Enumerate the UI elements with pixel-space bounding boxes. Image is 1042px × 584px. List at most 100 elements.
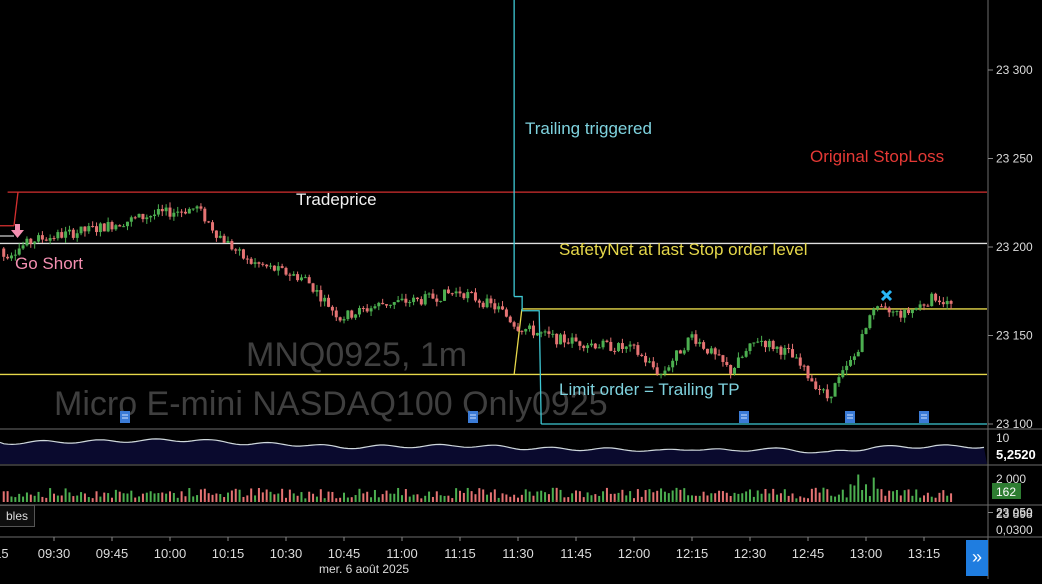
candle-body (149, 215, 153, 218)
document-icon[interactable] (739, 411, 749, 423)
candle-body (636, 345, 640, 355)
candle-body (48, 238, 52, 241)
candle-body (833, 383, 837, 397)
volume-bar (76, 495, 79, 502)
volume-bar (234, 488, 237, 502)
candle-body (512, 322, 516, 327)
volume-bar (528, 491, 531, 502)
candle-body (450, 293, 454, 295)
volume-bar (706, 495, 709, 502)
volume-bar (315, 496, 318, 502)
time-tick-label: 09:30 (38, 546, 71, 561)
volume-bar (350, 497, 353, 502)
volume-bar (346, 497, 349, 502)
volume-bar (95, 491, 98, 502)
candle-body (9, 255, 13, 259)
candle-body (183, 211, 187, 214)
volume-bar (714, 493, 717, 502)
candle-body (794, 357, 798, 359)
volume-bar (33, 495, 36, 502)
volume-bar (602, 491, 605, 502)
volume-bar (571, 493, 574, 502)
price-tick-label: 23 150 (996, 329, 1033, 343)
candle-body (802, 365, 806, 367)
volume-bar (733, 492, 736, 502)
candle-body (516, 326, 520, 331)
document-icon[interactable] (919, 411, 929, 423)
candle-body (388, 304, 392, 306)
candle-body (779, 346, 783, 355)
candle-body (241, 249, 245, 259)
candle-body (899, 310, 903, 318)
candle-body (798, 357, 802, 366)
volume-bar (795, 498, 798, 502)
candle-body (760, 340, 764, 342)
scroll-to-latest-button[interactable]: » (966, 540, 988, 576)
chart-background (0, 0, 1042, 579)
volume-bar (520, 494, 523, 502)
candle-body (261, 263, 265, 265)
candle-body (690, 334, 694, 338)
volume-bar (300, 492, 303, 502)
volume-bar (497, 497, 500, 502)
volume-bar (343, 492, 345, 502)
volume-bar (787, 495, 790, 502)
volume-bar (149, 491, 152, 502)
volume-bar (397, 487, 400, 502)
candle-body (852, 356, 856, 360)
volume-bar (18, 493, 21, 502)
candle-body (21, 245, 25, 249)
volume-bar (482, 489, 485, 502)
panel-tab-label[interactable]: bles (0, 505, 36, 527)
volume-bar (180, 491, 183, 502)
candle-body (245, 258, 249, 260)
document-icon[interactable] (120, 411, 130, 423)
volume-bar (122, 493, 125, 502)
volume-bar (424, 495, 427, 502)
candle-body (226, 241, 230, 243)
candle-body (98, 223, 102, 233)
volume-bar (412, 494, 415, 502)
candle-body (91, 226, 95, 228)
volume-bar (505, 494, 508, 502)
volume-bar (818, 492, 821, 502)
volume-bar (354, 495, 357, 502)
candle-body (338, 317, 342, 321)
candle-body (926, 305, 930, 307)
volume-bar (6, 491, 9, 502)
price-tick-label: 23 250 (996, 152, 1033, 166)
volume-bar (903, 490, 906, 502)
candle-body (311, 283, 315, 292)
document-icon[interactable] (845, 411, 855, 423)
volume-bar (455, 488, 458, 502)
volume-bar (559, 489, 562, 502)
volume-bar (629, 491, 632, 502)
candle-body (860, 334, 864, 352)
candle-body (396, 300, 400, 303)
volume-bar (663, 491, 666, 502)
candle-body (934, 293, 938, 301)
volume-bar (745, 491, 748, 502)
document-icon[interactable] (468, 411, 478, 423)
candle-body (791, 349, 795, 358)
volume-bar (880, 489, 883, 502)
volume-bar (474, 494, 477, 502)
volume-bar (586, 492, 589, 502)
candle-body (160, 208, 164, 212)
volume-bar (895, 490, 898, 502)
candle-body (102, 223, 106, 232)
candle-body (733, 367, 737, 374)
price-chart[interactable]: MNQ0925, 1m Micro E-mini NASDAQ100 Only0… (0, 0, 1042, 579)
annotation-tradeprice: Tradeprice (296, 190, 377, 209)
volume-bar (517, 497, 519, 502)
volume-bar (783, 489, 786, 502)
candle-body (837, 377, 841, 384)
volume-bar (281, 488, 284, 502)
candle-body (949, 301, 953, 304)
candle-body (818, 388, 822, 391)
candle-body (937, 300, 941, 303)
candle-body (663, 370, 667, 375)
volume-bar (41, 496, 44, 502)
candle-body (806, 365, 810, 379)
candle-body (458, 291, 462, 294)
